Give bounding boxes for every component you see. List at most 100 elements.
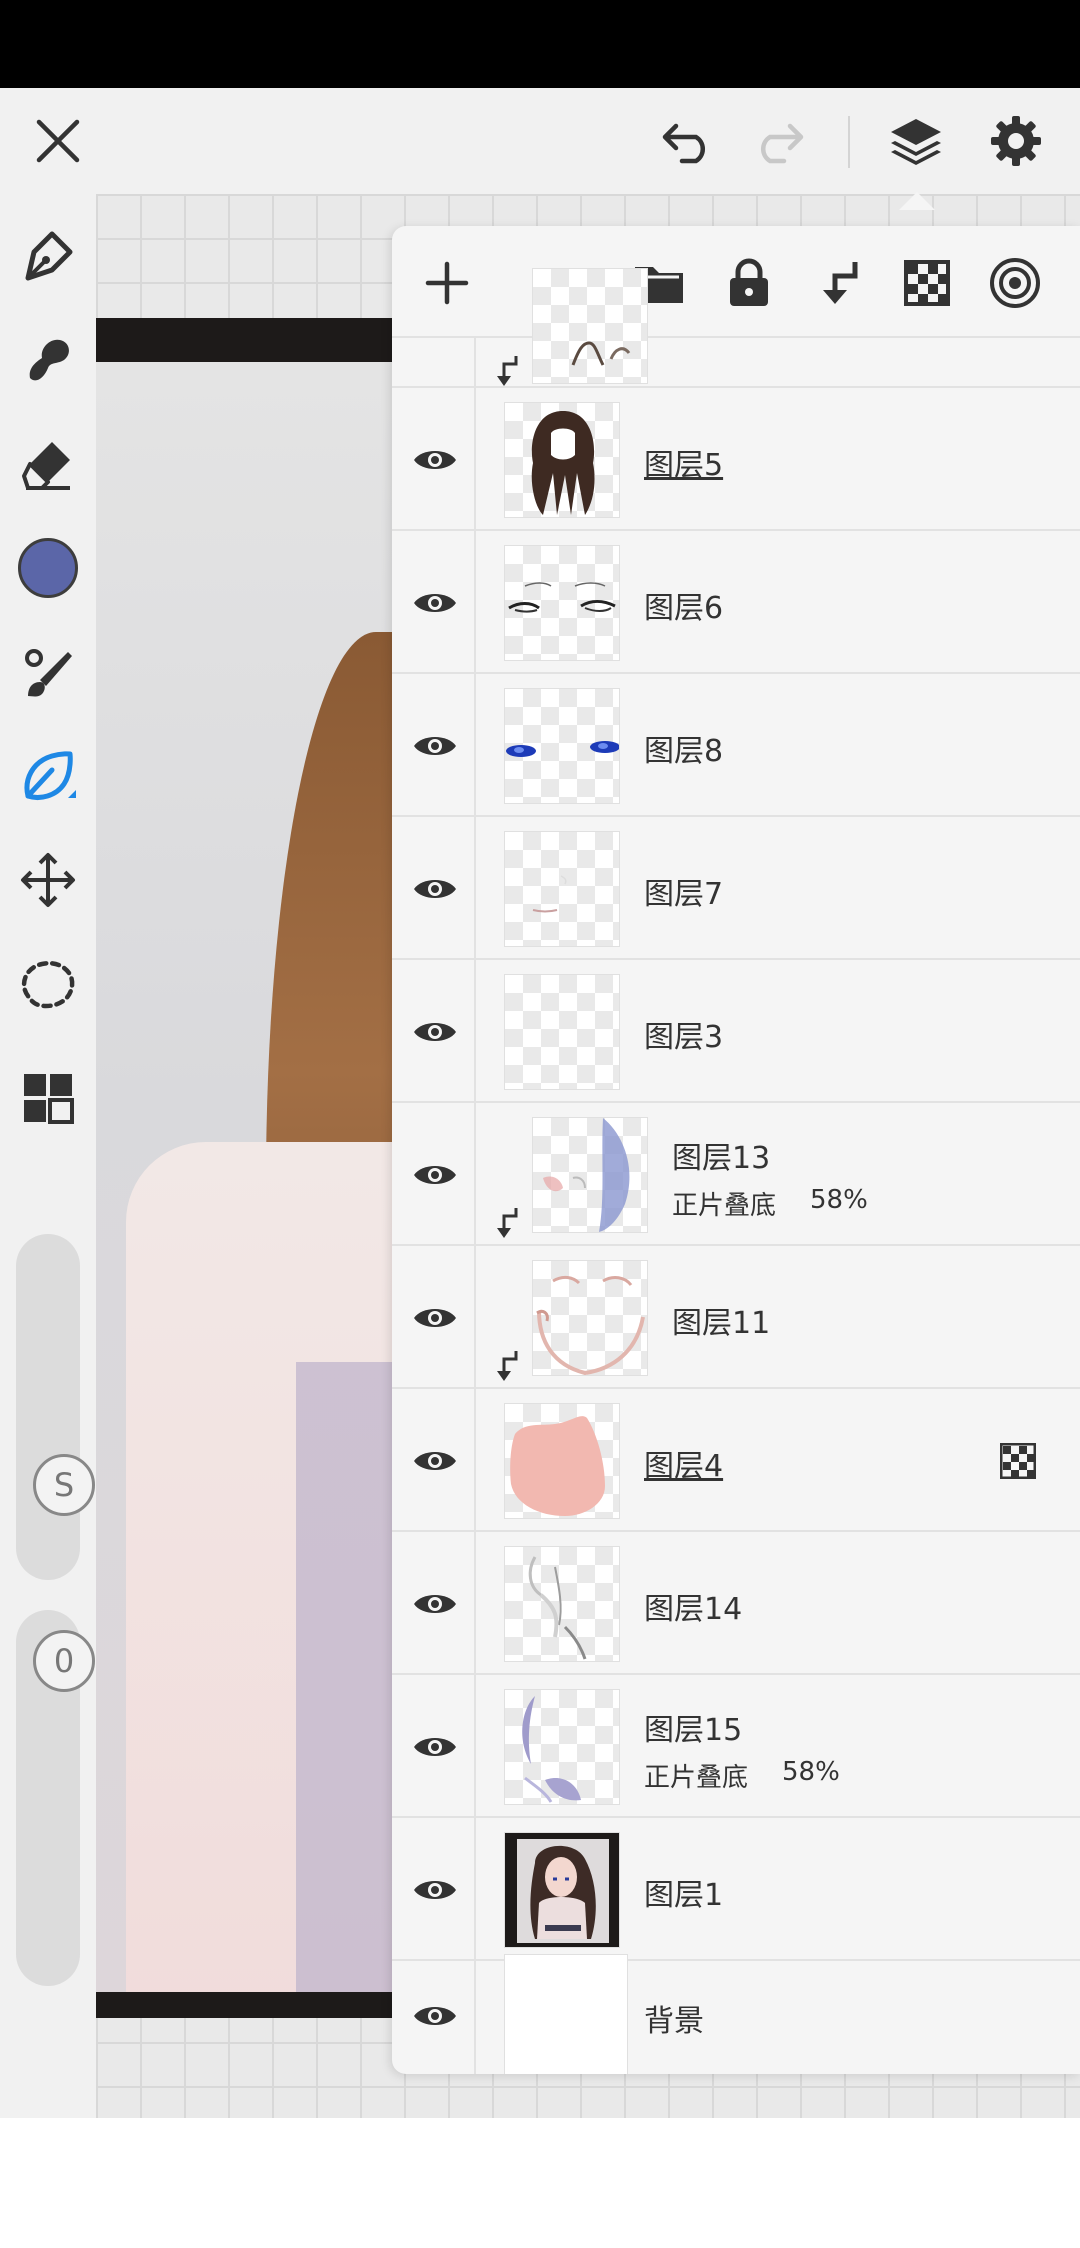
layer-row[interactable]: 背景 [392,1954,1080,2074]
eye-icon [414,1165,456,1184]
blend-mode: 正片叠底 [644,1763,749,1793]
eye-icon [414,450,456,469]
layer-thumbnail [504,544,620,661]
undo-icon [662,123,706,164]
artwork-canvas[interactable] [96,318,396,2018]
visibility-toggle[interactable] [410,440,460,480]
redo-button[interactable] [742,88,814,194]
layer-row[interactable]: 图层6 [392,531,1080,674]
reference-icon [990,258,1040,308]
layer-panel: 图层5 图层6 图层8 图层7 图层3 图层13 正片叠底 58% 图层11 图层4 图层14 图层1… [392,226,1080,2074]
layers-icon [891,119,941,165]
close-icon [36,119,80,163]
grid-icon [24,1074,74,1124]
gallery-tool[interactable] [0,1058,96,1138]
layer-thumbnail [504,1545,620,1662]
layer-name: 图层14 [644,1591,743,1627]
layers-button[interactable] [880,88,952,194]
eye-icon [414,1737,456,1756]
lasso-fill-icon [24,751,76,800]
eye-icon [414,2007,456,2025]
layer-thumbnail [504,687,620,804]
brush-size-slider[interactable]: S [16,1234,95,1580]
eye-icon [414,1594,456,1613]
layer-name: 图层7 [644,876,724,912]
layer-thumbnail [532,268,648,384]
undo-button[interactable] [652,88,724,194]
visibility-toggle[interactable] [410,1155,460,1195]
move-tool[interactable] [0,840,96,920]
clip-arrow-icon [497,356,518,386]
close-button[interactable] [22,88,94,194]
layer-thumbnail [504,1688,620,1805]
checker-icon [904,260,950,306]
toolbar-divider [848,116,850,168]
move-icon [21,853,75,907]
artwork-shadow [296,1362,396,1992]
alpha-lock-button[interactable] [892,248,962,318]
layer-name: 图层13 [672,1141,771,1176]
visibility-toggle[interactable] [410,1727,460,1767]
visibility-toggle[interactable] [410,869,460,909]
visibility-toggle[interactable] [410,583,460,623]
smudge-icon [29,339,69,381]
visibility-toggle[interactable] [410,1584,460,1624]
clip-icon [823,262,858,304]
settings-button[interactable] [980,88,1052,194]
add-layer-button[interactable] [412,248,482,318]
layer-row[interactable]: 图层1 [392,1818,1080,1961]
eye-icon [414,1880,456,1899]
layer-thumbnail [504,1402,620,1519]
visibility-toggle[interactable] [410,1870,460,1910]
lock-layer-button[interactable] [714,248,784,318]
eye-icon [414,593,456,612]
clip-arrow-icon [497,1351,518,1381]
layer-row[interactable]: 图层7 [392,817,1080,960]
layer-row-partial[interactable] [392,268,1080,388]
layer-row[interactable]: 图层8 [392,674,1080,817]
layer-row[interactable]: 图层11 [392,1246,1080,1389]
artwork-image [96,362,396,1992]
layer-name: 图层11 [672,1305,771,1341]
opacity-knob[interactable]: 0 [33,1630,95,1692]
layer-thumbnail [504,830,620,947]
layer-row[interactable]: 图层13 正片叠底 58% [392,1103,1080,1246]
visibility-toggle[interactable] [410,1298,460,1338]
redo-icon [760,123,804,164]
eye-icon [414,1022,456,1041]
layer-row[interactable]: 图层14 [392,1532,1080,1675]
visibility-toggle[interactable] [410,1996,460,2036]
opacity-slider[interactable]: 0 [16,1610,95,1986]
layer-thumbnail [532,1259,648,1376]
layer-thumbnail [504,1831,620,1948]
blend-mode: 正片叠底 [672,1191,777,1221]
fill-tool[interactable] [0,736,96,816]
clipping-button[interactable] [804,248,874,318]
eraser-tool[interactable] [0,424,96,504]
current-color-circle [18,538,78,598]
smudge-tool[interactable] [0,320,96,400]
panel-pointer [899,192,935,210]
layer-row[interactable]: 图层4 [392,1389,1080,1532]
visibility-toggle[interactable] [410,1012,460,1052]
brush-tool[interactable] [0,632,96,712]
visibility-toggle[interactable] [410,726,460,766]
layer-opacity: 58% [810,1185,868,1215]
pen-icon [25,231,73,281]
status-bar [0,0,1080,88]
layer-name: 背景 [644,2004,704,2039]
selection-tool[interactable] [0,944,96,1024]
brush-size-knob[interactable]: S [33,1454,95,1516]
visibility-toggle[interactable] [410,1441,460,1481]
layer-name: 图层3 [644,1019,724,1055]
pen-tool[interactable] [0,216,96,296]
layer-row[interactable]: 图层5 [392,388,1080,531]
layer-opacity: 58% [782,1757,840,1787]
layer-row[interactable]: 图层15 正片叠底 58% [392,1675,1080,1818]
alpha-lock-icon [1000,1442,1036,1479]
gear-icon [991,116,1041,166]
layer-row[interactable]: 图层3 [392,960,1080,1103]
layer-name: 图层5 [644,447,724,483]
reference-button[interactable] [980,248,1050,318]
color-swatch[interactable] [0,528,96,608]
